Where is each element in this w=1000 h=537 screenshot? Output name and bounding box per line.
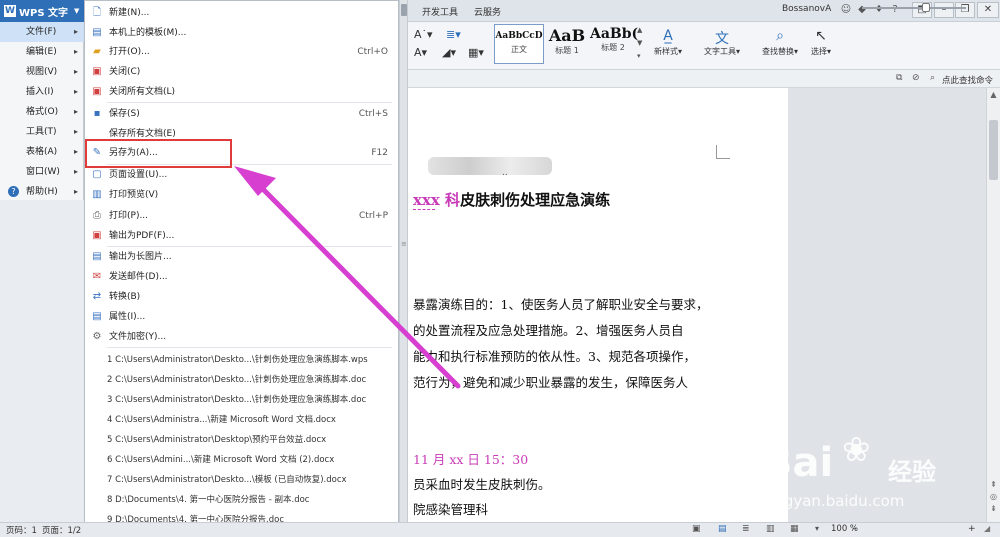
view-web-icon[interactable]: ▥ bbox=[766, 524, 775, 534]
status-pages: 页面：1/2 bbox=[42, 526, 82, 536]
baidu-watermark: Bai ❀ 经验 jingyan.baidu.com bbox=[762, 430, 982, 520]
zoom-dropdown-icon[interactable]: ▾ bbox=[815, 524, 819, 533]
status-page-number: 页码：1 bbox=[6, 526, 37, 536]
watermark-brand-cn: 经验 bbox=[888, 458, 936, 486]
status-bar: 页码：1 页面：1/2 ▣ ▤ ≣ ▥ ▦ ▾ 100 % – + ◢ bbox=[0, 522, 1000, 537]
zoom-slider-knob[interactable] bbox=[922, 3, 930, 12]
zoom-out-icon[interactable]: – bbox=[852, 524, 857, 534]
view-full-icon[interactable]: ▣ bbox=[692, 524, 701, 534]
view-page-icon[interactable]: ▤ bbox=[718, 524, 727, 534]
view-outline-icon[interactable]: ≣ bbox=[742, 524, 750, 534]
zoom-in-icon[interactable]: + bbox=[968, 524, 976, 534]
paw-icon: ❀ bbox=[842, 430, 871, 470]
zoom-slider[interactable] bbox=[862, 7, 966, 9]
resize-grip-icon[interactable]: ◢ bbox=[984, 524, 990, 533]
arrow-shaft bbox=[249, 175, 461, 389]
arrow-head bbox=[234, 166, 276, 196]
watermark-url: jingyan.baidu.com bbox=[766, 492, 905, 510]
watermark-brand: Bai bbox=[762, 440, 834, 486]
view-read-icon[interactable]: ▦ bbox=[790, 524, 799, 534]
